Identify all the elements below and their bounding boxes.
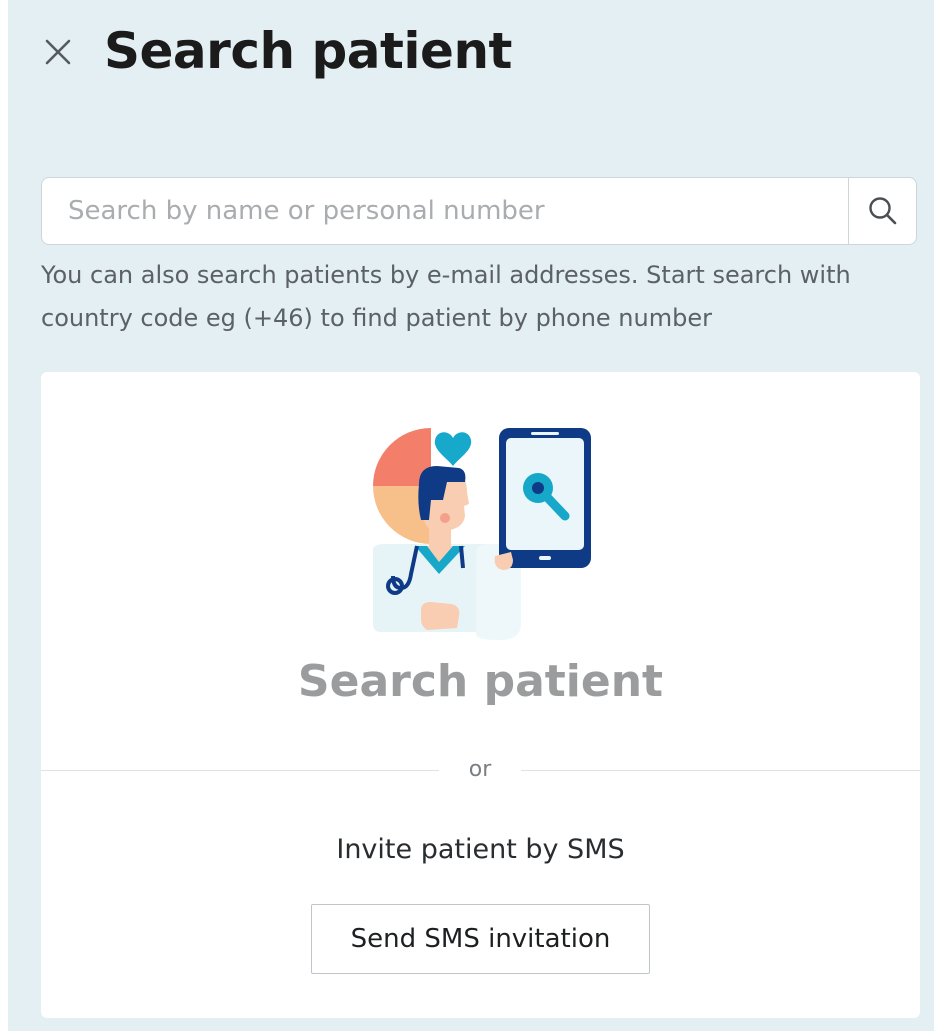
search-input[interactable] xyxy=(42,178,848,244)
invite-sms-text: Invite patient by SMS xyxy=(336,834,625,865)
search-patient-panel: Search patient You can also search patie… xyxy=(8,0,934,1031)
search-hint: You can also search patients by e-mail a… xyxy=(41,261,851,332)
heart-icon xyxy=(434,432,472,466)
empty-state-title: Search patient xyxy=(297,656,664,707)
doctor-with-phone-illustration xyxy=(373,428,591,640)
page-title: Search patient xyxy=(104,22,512,80)
divider-label: or xyxy=(439,755,521,785)
search-icon xyxy=(868,197,896,225)
close-icon xyxy=(45,39,71,65)
close-button[interactable] xyxy=(40,34,76,70)
empty-state-card: Search patient or Invite patient by SMS … xyxy=(41,372,920,1018)
panel-header: Search patient xyxy=(8,0,934,110)
send-sms-invitation-button[interactable]: Send SMS invitation xyxy=(311,904,650,974)
cheek xyxy=(440,513,450,523)
search-field xyxy=(41,177,917,245)
search-button[interactable] xyxy=(848,178,916,244)
hand-shape xyxy=(421,602,460,630)
